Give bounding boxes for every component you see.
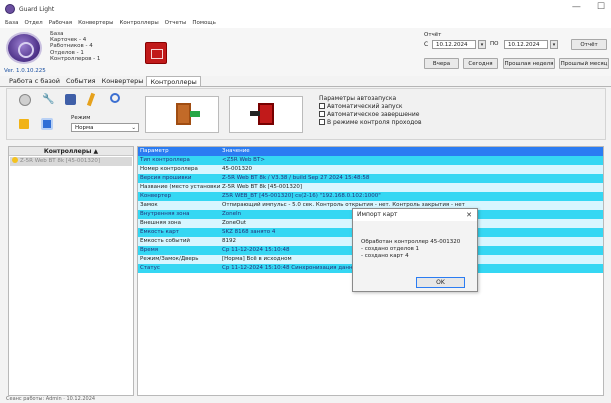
last-month-button[interactable]: Прошлый месяц [559,58,609,69]
printer-icon[interactable] [65,94,76,105]
tab-controllers[interactable]: Контроллеры [146,76,201,86]
list-item[interactable]: Z-5R Web BT 8k [45-001320] [10,157,132,166]
status-bar: Сеанс работы: Admin · 10.12.2024 [6,396,96,402]
autostart-title: Параметры автозапуска [319,95,397,102]
door-open-button[interactable] [145,96,219,133]
network-icon[interactable] [41,118,53,130]
tab-converters[interactable]: Конвертеры [99,76,147,86]
table-row[interactable]: Конвертер Z5R WEB_BT [45-001320] cs(2-16)… [138,192,603,201]
app-logo-icon [6,32,42,64]
folder-icon[interactable] [19,119,29,129]
table-row[interactable]: Тип контроллера <Z5R Web BT> [138,156,603,165]
door-open-icon [176,103,191,125]
close-icon[interactable]: ✕ [466,209,472,221]
minimize-button[interactable]: — [572,2,581,12]
menu-pomoshch[interactable]: Помощь [192,20,215,26]
date-from-calendar-icon[interactable]: ▾ [478,40,486,49]
stats-controllers: Контроллеров - 1 [50,55,101,62]
table-row[interactable]: Название (место установки) Z-5R Web BT 8k… [138,183,603,192]
mode-label: Режим [71,115,91,121]
controllers-list: Контроллеры ▲ Z-5R Web BT 8k [45-001320] [8,146,134,396]
header-value[interactable]: Значение [220,147,603,156]
wrench-icon[interactable]: 🔧 [42,94,54,105]
today-button[interactable]: Сегодня [463,58,498,69]
menu-rabochaya[interactable]: Рабочая [49,20,72,26]
date-from-field[interactable]: 10.12.2024 [432,40,476,49]
from-label: С [424,41,429,48]
header-param[interactable]: Параметр [138,147,220,156]
menu-kontrollery[interactable]: Контроллеры [119,20,158,26]
autostart-group: Параметры автозапуска Автоматический зап… [319,95,421,127]
main-tabs: Работа с базой События Конвертеры Контро… [0,76,611,87]
menu-bar: База Отдел Рабочая Конвертеры Контроллер… [0,18,611,28]
table-row[interactable]: Версия прошивки Z-5R Web BT 8k / V3.38 / … [138,174,603,183]
report-button[interactable]: Отчёт [571,39,607,50]
checkbox-auto-finish[interactable] [319,111,325,117]
ok-button[interactable]: OK [416,277,465,288]
search-icon[interactable] [110,93,120,103]
controllers-list-header[interactable]: Контроллеры ▲ [9,147,133,156]
checkbox-pass-control[interactable] [319,119,325,125]
dialog-line-3: - создано карт 4 [361,253,409,259]
door-close-button[interactable] [229,96,303,133]
to-label: ПО [490,41,499,47]
controllers-toolbar: 🔧 Режим Норма ⌄ Параметры автозапуска Авт… [6,88,606,140]
date-to-calendar-icon[interactable]: ▾ [550,40,558,49]
window-title: Guard Light [19,5,55,13]
menu-baza[interactable]: База [5,20,18,26]
mode-select[interactable]: Норма ⌄ [71,123,139,132]
pencil-icon[interactable] [86,92,96,107]
settings-icon[interactable] [19,94,31,106]
arrow-out-icon [250,111,260,116]
autostart-option-2[interactable]: Автоматическое завершение [319,111,421,119]
dialog-title: Импорт карт [353,209,477,221]
maximize-button[interactable]: ☐ [597,2,605,12]
version-label: Ver. 1.0.10.225 [4,68,46,74]
tab-events[interactable]: События [63,76,99,86]
stats-workers: Работников - 4 [50,43,93,50]
door-closed-icon [258,103,274,125]
tab-database[interactable]: Работа с базой [6,76,63,86]
period-label: Отчёт [424,32,442,38]
controller-status-icon [12,157,18,163]
autostart-option-3[interactable]: В режиме контроля проходов [319,119,421,127]
yesterday-button[interactable]: Вчера [424,58,459,69]
info-panel: Ver. 1.0.10.225 База Карточек - 4 Работн… [0,28,611,76]
window-controls: — ☐ [572,2,605,12]
last-week-button[interactable]: Прошлая неделя [503,58,555,69]
menu-otchety[interactable]: Отчеты [165,20,187,26]
database-stats: База Карточек - 4 Работников - 4 Отделов… [50,31,100,62]
menu-konvertery[interactable]: Конвертеры [78,20,113,26]
arrow-in-icon [190,111,200,117]
dialog-message: Обработан контроллер 45-001320 - создано… [361,239,460,260]
date-to-field[interactable]: 10.12.2024 [504,40,548,49]
grid-header: Параметр Значение [138,147,603,156]
import-cards-dialog: Импорт карт ✕ Обработан контроллер 45-00… [352,208,478,292]
dialog-line-2: - создано отделов 1 [361,246,420,252]
menu-otdel[interactable]: Отдел [24,20,42,26]
title-bar: Guard Light — ☐ [0,0,611,18]
table-row[interactable]: Номер контроллера 45-001320 [138,165,603,174]
app-icon [5,4,15,14]
controller-device-icon[interactable] [145,42,167,64]
autostart-option-1[interactable]: Автоматический запуск [319,103,421,111]
dialog-line-1: Обработан контроллер 45-001320 [361,239,461,245]
checkbox-auto-start[interactable] [319,103,325,109]
